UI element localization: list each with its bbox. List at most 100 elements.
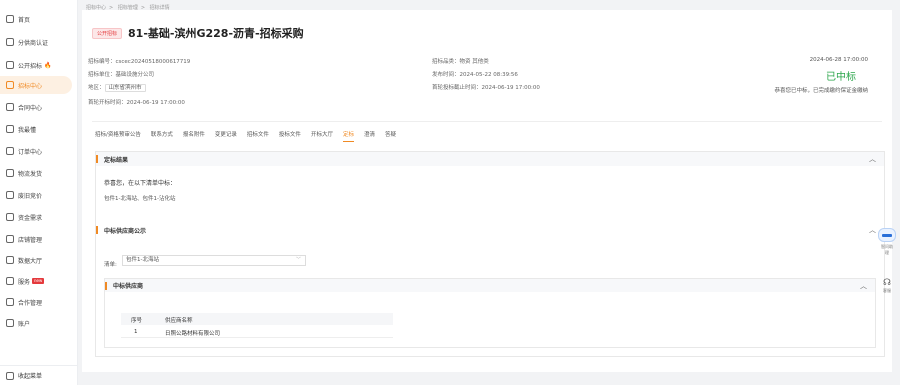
coop-icon [6,298,14,306]
ai-assistant-button[interactable]: 智问助 理 [876,228,898,256]
supplier-name: 日照公路材料有限公司 [165,331,221,337]
new-badge: new [32,278,45,284]
sidebar: 首页 分供商认证 公开招标 🔥 招标中心 合同中心 我最懂 订单中心 物流发货 废… [0,0,78,385]
shield-icon [6,38,14,46]
sidebar-item-label: 我最懂 [18,126,37,134]
sidebar-item-label: 物流发货 [18,170,43,178]
bid-deadline: 首轮投标截止时间：2024-06-19 17:00:00 [432,85,540,91]
title-row: 公开招标 81-基础-滨州G228-沥青-招标采购 [92,25,304,41]
sidebar-item-bid-center[interactable]: 招标中心 [0,76,72,94]
tab-opening-hall[interactable]: 开标大厅 [311,130,333,142]
awarded-packages: 包件1-北海站、包件1-沾化站 [104,196,176,202]
winner-publicity-section: 中标供应商公示 ︿ 清单: 包件1-北海站 ﹀ 中标供应商 ︿ 序号 供应商名称… [95,223,885,357]
tab-clarification[interactable]: 澄清 [364,130,375,142]
sidebar-item-label: 资金需求 [18,214,43,222]
tab-signup-attachments[interactable]: 报名附件 [183,130,205,142]
tab-contact[interactable]: 联系方式 [151,130,173,142]
service-label: 客服 [883,288,891,293]
status-note: 恭喜您已中标，已完成缴约保证金缴纳 [774,88,868,94]
open-time: 首轮开标时间：2024-06-19 17:00:00 [88,100,185,106]
sidebar-item-label: 公开招标 [18,62,43,70]
recycle-icon [6,191,14,199]
tab-bid-docs[interactable]: 招标文件 [247,130,269,142]
truck-icon [6,169,14,177]
chevron-down-icon: ﹀ [295,257,301,263]
collapse-icon [6,371,14,380]
tab-change-log[interactable]: 变更记录 [215,130,237,142]
bid-unit: 招标单位：基础设施分公司 [88,72,155,78]
subsection-title: 中标供应商 [113,283,144,290]
main-content: 公开招标 81-基础-滨州G228-沥青-招标采购 招标编号：cscec2024… [82,10,892,372]
customer-service-button[interactable]: ☊ 客服 [876,278,898,294]
sidebar-item-store[interactable]: 店铺管理 [0,230,78,248]
table-row: 1 日照公路材料有限公司 [121,326,393,338]
region-tag: 山东省滨州市 [104,84,146,92]
award-result-section: 定标结果 ︿ 恭喜您，在以下清单中标： 包件1-北海站、包件1-沾化站 [95,151,885,225]
status-date: 2024-06-28 17:00:00 [809,57,868,63]
store-icon [6,235,14,243]
user-icon [6,319,14,327]
divider [92,121,882,122]
bid-type-tag: 公开招标 [92,27,123,39]
sidebar-item-orders[interactable]: 订单中心 [0,142,78,160]
tab-qa[interactable]: 答疑 [385,130,396,142]
list-select[interactable]: 包件1-北海站 ﹀ [122,255,306,266]
sidebar-item-logistics[interactable]: 物流发货 [0,164,78,182]
sidebar-item-label: 合作管理 [18,299,43,307]
sidebar-item-public-bid[interactable]: 公开招标 🔥 [0,56,78,74]
headset-icon: ☊ [883,278,891,288]
sidebar-item-contract[interactable]: 合同中心 [0,98,78,116]
page-title: 81-基础-滨州G228-沥青-招标采购 [128,27,304,40]
sidebar-item-label: 订单中心 [18,148,43,156]
section-title: 中标供应商公示 [104,227,147,235]
money-icon [6,213,14,221]
subsection-header[interactable]: 中标供应商 ︿ [105,279,875,292]
status-badge: 已中标 [826,72,856,83]
chevron-up-icon[interactable]: ︿ [869,225,876,235]
sidebar-item-label: 账户 [18,320,31,328]
bid-category: 招标品类：物资 其他类 [432,59,489,65]
sidebar-item-cooperation[interactable]: 合作管理 [0,293,78,311]
sidebar-item-data-hall[interactable]: 数据大厅 [0,251,78,269]
bid-icon [6,81,14,89]
sidebar-item-label: 服务 [18,278,31,286]
fire-icon: 🔥 [44,61,52,69]
region-label: 地区： [88,85,105,91]
sidebar-item-scrap-auction[interactable]: 废旧竞价 [0,186,78,204]
assistant-label: 智问助 理 [881,244,893,255]
congrats-text: 恭喜您，在以下清单中标： [104,180,177,187]
winner-supplier-panel: 中标供应商 ︿ 序号 供应商名称 1 日照公路材料有限公司 [104,278,876,348]
tab-tender-docs[interactable]: 投标文件 [279,130,301,142]
home-icon [6,15,14,23]
robot-icon [878,228,896,242]
order-icon [6,147,14,155]
sidebar-item-label: 数据大厅 [18,257,43,265]
tab-notice[interactable]: 招标/资格预审公告 [95,130,141,142]
sidebar-item-service[interactable]: 服务 new [0,272,78,290]
sidebar-item-label: 招标中心 [18,82,43,90]
section-header[interactable]: 定标结果 ︿ [96,152,884,166]
bid-number: 招标编号：cscec20240518000617719 [88,59,191,65]
sidebar-item-home[interactable]: 首页 [0,10,78,28]
sidebar-item-label: 店铺管理 [18,236,43,244]
column-header: 供应商名称 [165,318,193,324]
heart-icon [6,277,14,285]
tab-award[interactable]: 定标 [342,130,354,142]
edit-icon [6,125,14,133]
collapse-menu-button[interactable]: 收起菜单 [0,365,78,385]
sidebar-item-quote[interactable]: 我最懂 [0,120,78,138]
chevron-up-icon[interactable]: ︿ [860,281,867,291]
sidebar-item-label: 分供商认证 [18,39,49,47]
sidebar-item-funding[interactable]: 资金需求 [0,208,78,226]
chevron-up-icon[interactable]: ︿ [869,154,876,164]
sidebar-item-label: 废旧竞价 [18,192,43,200]
list-select-value: 包件1-北海站 [126,257,159,263]
list-label: 清单: [104,262,117,268]
contract-icon [6,103,14,111]
sidebar-item-account[interactable]: 账户 [0,314,78,332]
sidebar-item-supplier-cert[interactable]: 分供商认证 [0,33,78,51]
section-header[interactable]: 中标供应商公示 ︿ [96,223,884,237]
table-header: 序号 供应商名称 [121,313,393,325]
sidebar-item-label: 首页 [18,16,31,24]
section-title: 定标结果 [104,156,129,164]
